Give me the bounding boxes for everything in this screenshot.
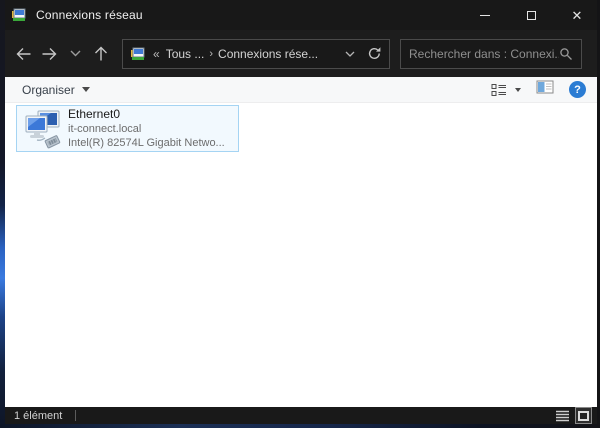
item-count-label: 1 élément bbox=[14, 409, 63, 422]
chevron-down-icon bbox=[70, 50, 80, 57]
status-divider bbox=[75, 410, 77, 421]
minimize-button[interactable] bbox=[462, 0, 508, 30]
navigation-bar: « Tous ... › Connexions rése... bbox=[0, 30, 600, 77]
connection-device: Intel(R) 82574L Gigabit Netwo... bbox=[68, 137, 225, 149]
back-button[interactable] bbox=[10, 39, 36, 69]
arrow-left-icon bbox=[16, 47, 30, 60]
refresh-icon[interactable] bbox=[367, 46, 382, 61]
details-view-icon bbox=[556, 410, 569, 421]
connection-network: it-connect.local bbox=[68, 123, 142, 135]
preview-pane-button[interactable] bbox=[536, 80, 554, 99]
forward-button[interactable] bbox=[36, 39, 62, 69]
organize-button[interactable]: Organiser bbox=[22, 83, 90, 97]
ethernet-adapter-icon bbox=[21, 108, 63, 150]
organize-dropdown-icon bbox=[81, 87, 90, 92]
views-list-icon bbox=[491, 83, 506, 96]
network-connections-icon bbox=[130, 46, 146, 62]
connection-item-ethernet0[interactable]: Ethernet0 it-connect.local Intel(R) 8257… bbox=[16, 105, 239, 152]
large-icons-view-button[interactable] bbox=[575, 407, 592, 424]
network-connections-icon bbox=[11, 7, 27, 23]
search-box[interactable] bbox=[400, 38, 582, 69]
titlebar: Connexions réseau ✕ bbox=[0, 0, 600, 30]
search-icon[interactable] bbox=[559, 47, 573, 61]
arrow-up-icon bbox=[95, 46, 107, 61]
recent-locations-button[interactable] bbox=[62, 39, 88, 69]
thumbnails-view-icon bbox=[578, 410, 589, 421]
views-dropdown-icon bbox=[515, 87, 521, 92]
close-icon: ✕ bbox=[571, 7, 583, 23]
desktop-edge-left bbox=[0, 0, 5, 428]
change-view-button[interactable] bbox=[491, 83, 521, 97]
preview-pane-icon bbox=[536, 80, 554, 94]
command-toolbar: Organiser ? bbox=[0, 77, 600, 103]
breadcrumb-separator: › bbox=[209, 47, 214, 60]
up-button[interactable] bbox=[88, 39, 114, 69]
maximize-icon bbox=[526, 10, 536, 20]
connection-name: Ethernet0 bbox=[68, 107, 121, 121]
help-icon: ? bbox=[574, 83, 581, 96]
organize-label: Organiser bbox=[22, 82, 75, 97]
help-button[interactable]: ? bbox=[569, 81, 586, 98]
minimize-icon bbox=[480, 14, 490, 16]
arrow-right-icon bbox=[42, 47, 56, 60]
desktop-edge-bottom bbox=[0, 424, 600, 428]
window-title: Connexions réseau bbox=[36, 8, 143, 22]
address-bar[interactable]: « Tous ... › Connexions rése... bbox=[122, 38, 390, 69]
search-input[interactable] bbox=[409, 46, 559, 61]
address-dropdown-icon[interactable] bbox=[345, 51, 355, 57]
details-view-button[interactable] bbox=[553, 407, 572, 424]
file-list-area[interactable]: Ethernet0 it-connect.local Intel(R) 8257… bbox=[0, 103, 600, 407]
close-button[interactable]: ✕ bbox=[554, 0, 600, 30]
status-bar: 1 élément bbox=[0, 407, 600, 424]
breadcrumb-item-current[interactable]: Connexions rése... bbox=[218, 47, 318, 61]
breadcrumb-overflow-chevrons[interactable]: « bbox=[153, 47, 160, 61]
maximize-button[interactable] bbox=[508, 0, 554, 30]
breadcrumb-item-parent[interactable]: Tous ... bbox=[166, 47, 205, 61]
network-connections-window: Connexions réseau ✕ « Tous ... › Connexi… bbox=[0, 0, 600, 428]
